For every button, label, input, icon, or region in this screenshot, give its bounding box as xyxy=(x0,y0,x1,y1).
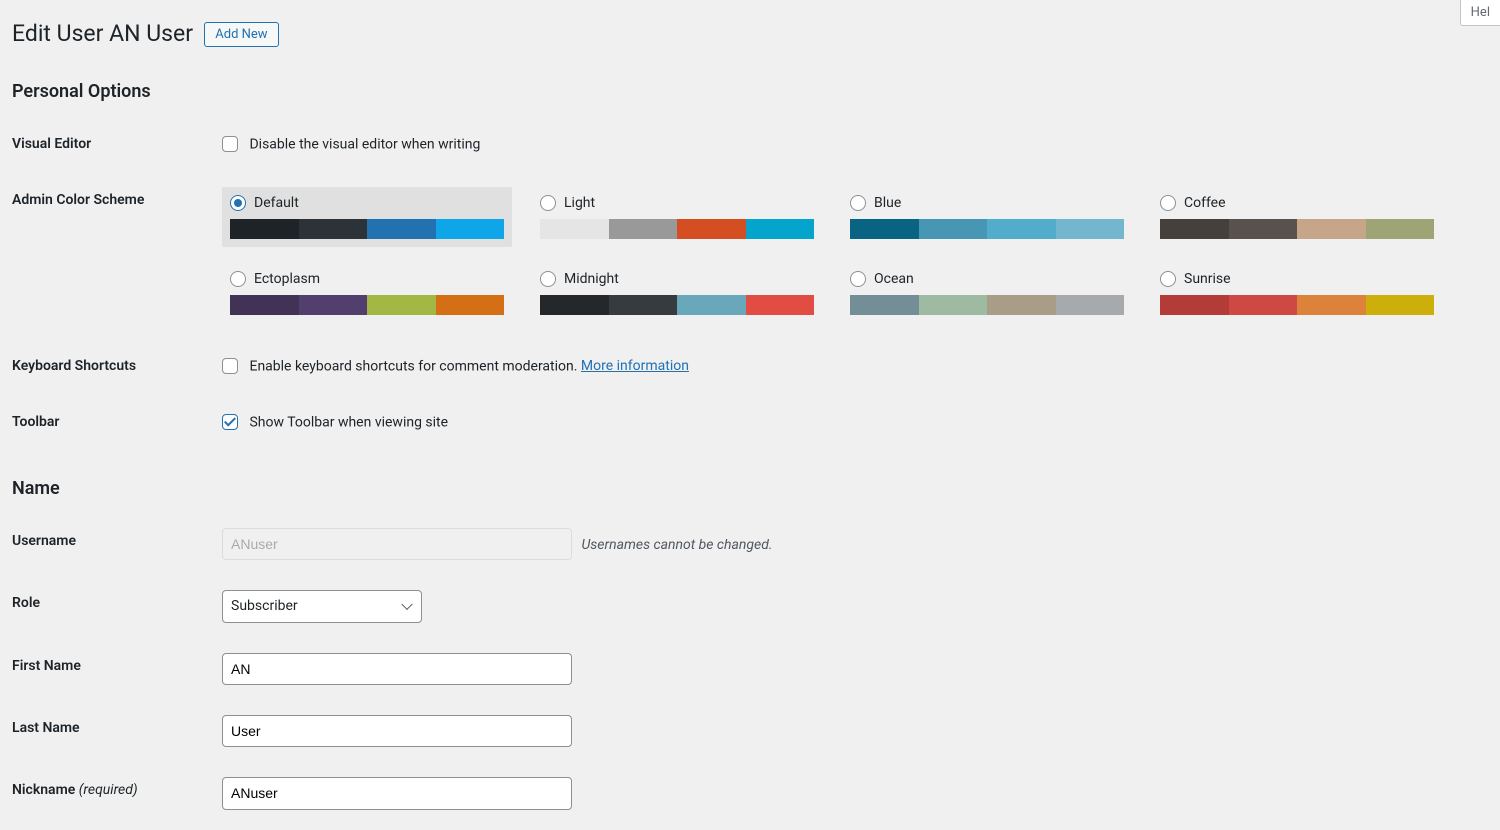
keyboard-shortcuts-checkbox[interactable] xyxy=(222,358,238,374)
username-input xyxy=(222,528,572,560)
color-swatches xyxy=(850,219,1124,239)
color-scheme-radio-ectoplasm[interactable] xyxy=(230,271,246,287)
section-personal-options: Personal Options xyxy=(12,81,1480,102)
color-scheme-radio-coffee[interactable] xyxy=(1160,195,1176,211)
color-scheme-sunrise[interactable]: Sunrise xyxy=(1152,263,1442,323)
color-swatches xyxy=(230,295,504,315)
color-scheme-ectoplasm[interactable]: Ectoplasm xyxy=(222,263,512,323)
more-information-link[interactable]: More information xyxy=(581,358,689,374)
visual-editor-checkbox-label: Disable the visual editor when writing xyxy=(249,136,480,152)
color-swatches xyxy=(1160,295,1434,315)
color-scheme-blue[interactable]: Blue xyxy=(842,187,1132,247)
first-name-input[interactable] xyxy=(222,653,572,685)
color-swatches xyxy=(1160,219,1434,239)
page-title: Edit User AN User xyxy=(12,10,193,53)
color-scheme-radio-blue[interactable] xyxy=(850,195,866,211)
role-select-value: Subscriber xyxy=(231,595,298,617)
last-name-input[interactable] xyxy=(222,715,572,747)
color-scheme-radio-midnight[interactable] xyxy=(540,271,556,287)
color-scheme-label: Midnight xyxy=(564,271,619,287)
add-new-button[interactable]: Add New xyxy=(204,22,278,47)
keyboard-shortcuts-checkbox-label: Enable keyboard shortcuts for comment mo… xyxy=(249,358,580,374)
nickname-input[interactable] xyxy=(222,777,572,809)
role-select[interactable]: Subscriber xyxy=(222,590,422,622)
color-swatches xyxy=(540,219,814,239)
color-scheme-coffee[interactable]: Coffee xyxy=(1152,187,1442,247)
role-label: Role xyxy=(12,575,212,637)
help-tab[interactable]: Hel xyxy=(1460,0,1500,26)
color-scheme-radio-ocean[interactable] xyxy=(850,271,866,287)
color-scheme-radio-default[interactable] xyxy=(230,195,246,211)
toolbar-checkbox[interactable] xyxy=(222,414,238,430)
nickname-required: (required) xyxy=(79,782,138,798)
color-scheme-label: Sunrise xyxy=(1184,271,1231,287)
color-scheme-radio-light[interactable] xyxy=(540,195,556,211)
color-scheme-label: Ocean xyxy=(874,271,914,287)
nickname-label: Nickname (required) xyxy=(12,762,212,824)
last-name-label: Last Name xyxy=(12,700,212,762)
color-scheme-ocean[interactable]: Ocean xyxy=(842,263,1132,323)
admin-color-scheme-label: Admin Color Scheme xyxy=(12,172,212,338)
color-scheme-label: Default xyxy=(254,195,299,211)
username-label: Username xyxy=(12,513,212,575)
color-swatches xyxy=(850,295,1124,315)
visual-editor-checkbox[interactable] xyxy=(222,136,238,152)
section-name: Name xyxy=(12,478,1480,499)
color-scheme-label: Ectoplasm xyxy=(254,271,320,287)
color-scheme-light[interactable]: Light xyxy=(532,187,822,247)
toolbar-checkbox-label: Show Toolbar when viewing site xyxy=(249,414,448,430)
toolbar-label: Toolbar xyxy=(12,394,212,450)
color-scheme-label: Light xyxy=(564,195,595,211)
color-scheme-midnight[interactable]: Midnight xyxy=(532,263,822,323)
color-scheme-label: Blue xyxy=(874,195,901,211)
username-note: Usernames cannot be changed. xyxy=(581,537,772,553)
color-scheme-label: Coffee xyxy=(1184,195,1226,211)
first-name-label: First Name xyxy=(12,638,212,700)
color-scheme-default[interactable]: Default xyxy=(222,187,512,247)
visual-editor-label: Visual Editor xyxy=(12,116,212,172)
color-scheme-radio-sunrise[interactable] xyxy=(1160,271,1176,287)
keyboard-shortcuts-label: Keyboard Shortcuts xyxy=(12,338,212,394)
color-swatches xyxy=(540,295,814,315)
color-swatches xyxy=(230,219,504,239)
